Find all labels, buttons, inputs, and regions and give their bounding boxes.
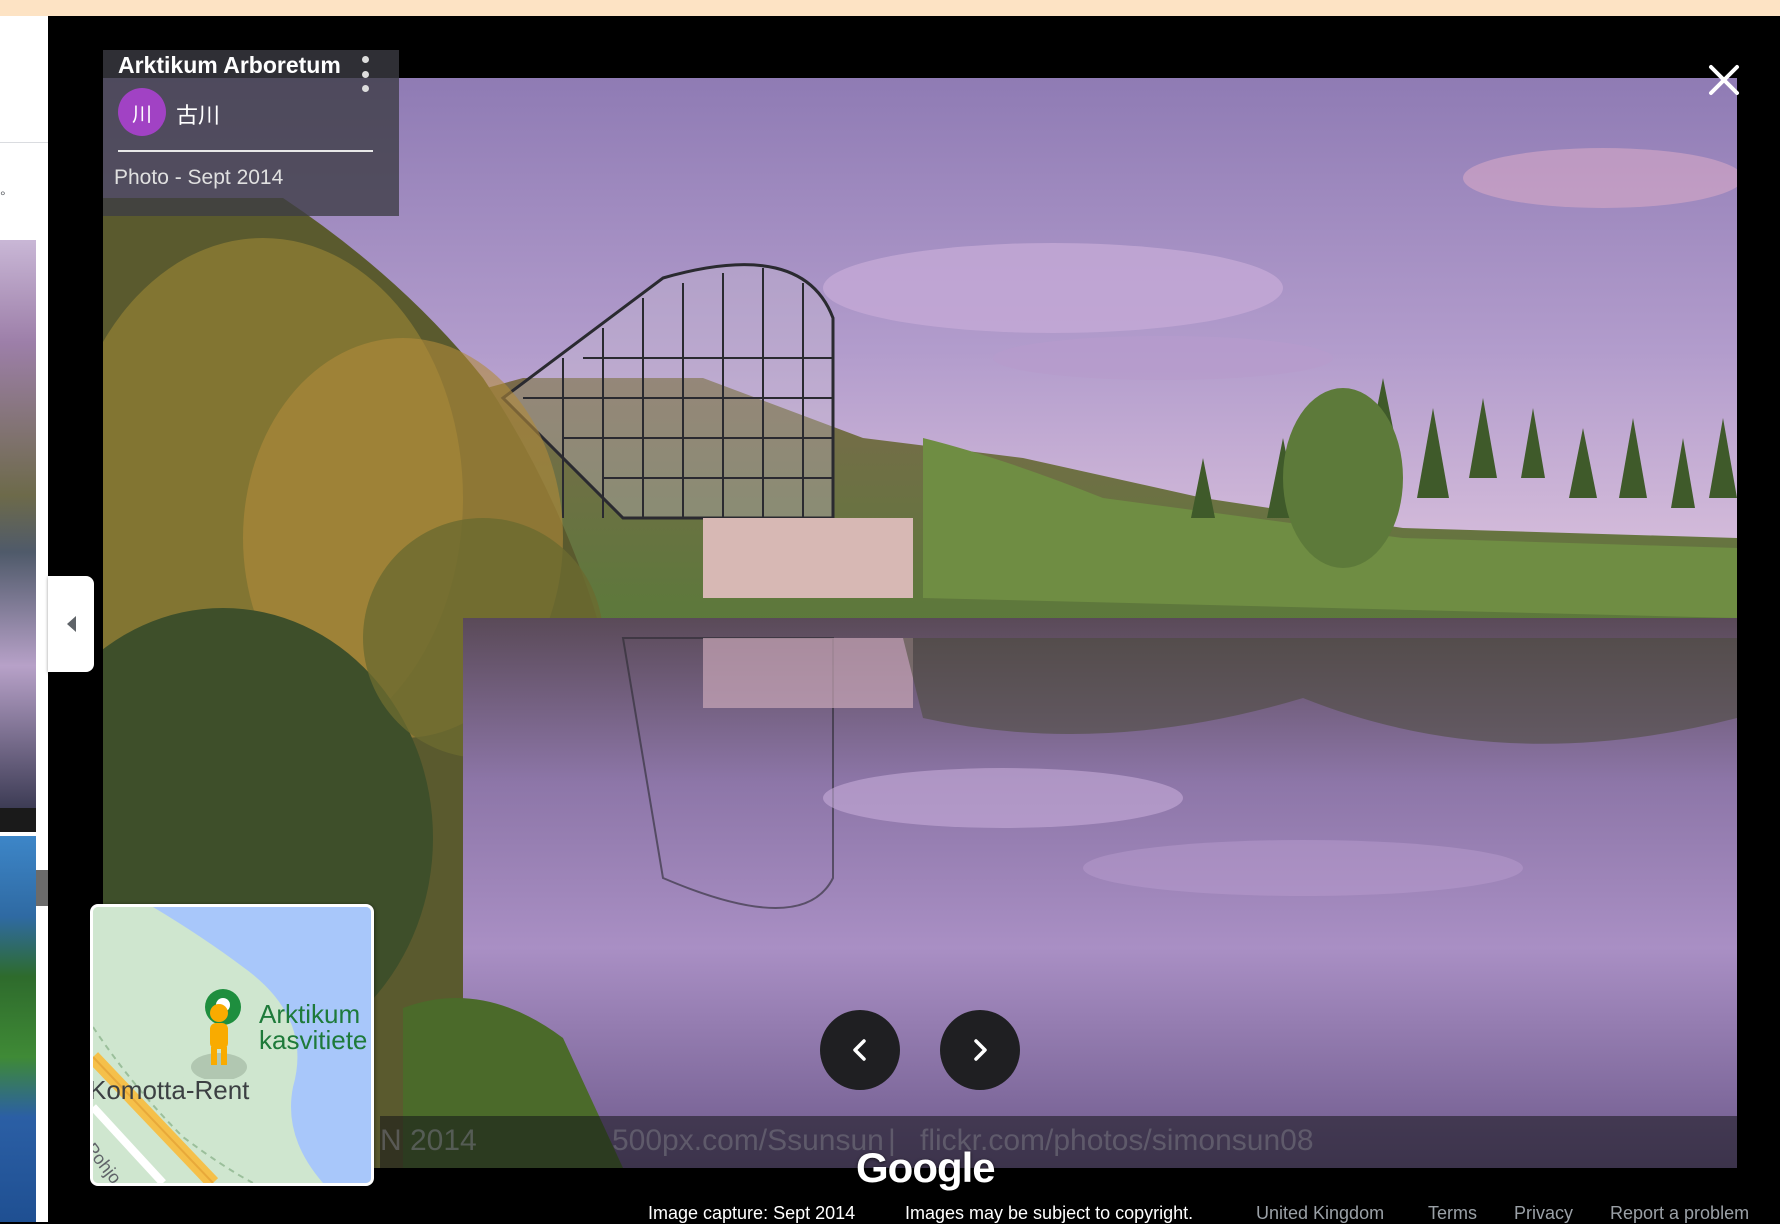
place-title[interactable]: Arktikum Arboretum: [118, 52, 341, 79]
chevron-right-icon: [974, 1039, 987, 1061]
minimap[interactable]: Arktikum kasvitiete Komotta-Rent Pohjo: [90, 904, 374, 1186]
report-problem-link[interactable]: Report a problem: [1610, 1203, 1749, 1224]
google-logo: Google: [856, 1144, 996, 1191]
panel-scrollbar[interactable]: [36, 870, 48, 906]
photo-date-caption: Photo - Sept 2014: [114, 166, 284, 189]
more-options-button[interactable]: [356, 56, 374, 92]
map-road-label: Komotta-Rent: [90, 1075, 250, 1105]
author-avatar[interactable]: 川: [118, 88, 166, 136]
panel-divider: [0, 142, 48, 143]
privacy-link[interactable]: Privacy: [1514, 1203, 1573, 1224]
image-capture-date: Image capture: Sept 2014: [648, 1203, 856, 1223]
pegman-icon[interactable]: [189, 999, 249, 1079]
chevron-left-icon: [853, 1039, 866, 1061]
card-divider: [118, 150, 373, 152]
thumbnail-caption-bar: [0, 808, 36, 832]
copyright-notice: Images may be subject to copyright.: [905, 1203, 1194, 1223]
photo-thumbnail[interactable]: [0, 836, 36, 1222]
watermark-500px: 500px.com/Ssunsun: [612, 1124, 884, 1157]
more-vert-icon-dot: [361, 70, 369, 78]
panel-text-fragment: °: [0, 188, 6, 204]
previous-photo-button[interactable]: [820, 1010, 900, 1090]
author-name[interactable]: 古川: [176, 98, 220, 130]
arrow-left-icon: [66, 616, 76, 632]
close-icon: [1709, 65, 1739, 95]
terms-link[interactable]: Terms: [1428, 1203, 1477, 1224]
collapse-panel-button[interactable]: [48, 576, 94, 672]
next-photo-button[interactable]: [940, 1010, 1020, 1090]
footer-bar: Image capture: Sept 2014 Images may be s…: [0, 1200, 1780, 1224]
more-vert-icon: [361, 56, 369, 63]
photo-watermark: N 2014 500px.com/Ssunsun | flickr.com/ph…: [380, 1116, 1737, 1168]
browser-top-strip: [0, 0, 1780, 16]
watermark-year: N 2014: [380, 1124, 477, 1157]
side-panel: °: [0, 16, 48, 1222]
map-place-label-line2[interactable]: kasvitiete: [259, 1025, 367, 1056]
photo-thumbnail[interactable]: [0, 240, 36, 808]
more-vert-icon-dot: [361, 85, 369, 92]
close-button[interactable]: [1706, 62, 1742, 98]
region-link[interactable]: United Kingdom: [1256, 1203, 1384, 1224]
